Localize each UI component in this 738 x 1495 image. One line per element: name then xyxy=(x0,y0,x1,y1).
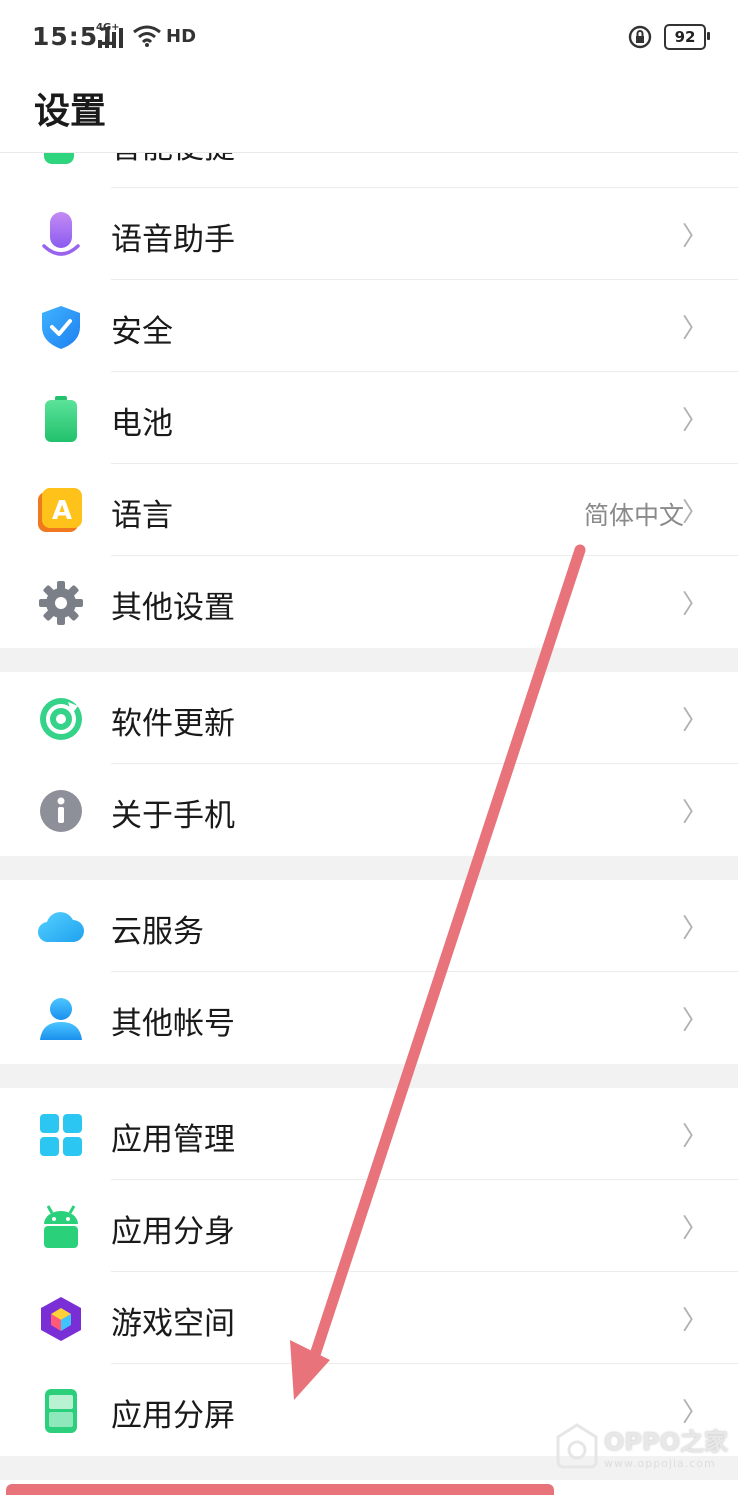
language-value: 简体中文 xyxy=(583,501,684,530)
update-icon xyxy=(40,698,82,740)
settings-item-label: 语言 xyxy=(111,498,173,534)
settings-item-game-space[interactable]: 游戏空间 〉 xyxy=(0,1272,738,1364)
battery-icon xyxy=(45,396,77,442)
settings-item-label: 安全 xyxy=(111,314,173,350)
game-cube-icon xyxy=(41,1297,81,1341)
microphone-icon xyxy=(42,212,80,256)
language-icon: A xyxy=(38,488,82,532)
chevron-right-icon: 〉 xyxy=(681,1122,708,1152)
settings-item-label: 软件更新 xyxy=(111,706,235,742)
app-grid-icon xyxy=(40,1114,82,1156)
settings-item-cloud-service[interactable]: 云服务 〉 xyxy=(0,880,738,972)
hd-voice-icon: HD xyxy=(166,26,197,47)
title-bar: 设置 xyxy=(0,76,738,153)
settings-item-label: 语音助手 xyxy=(111,222,235,258)
settings-item-other-settings[interactable]: 其他设置 〉 xyxy=(0,556,738,648)
user-icon xyxy=(40,998,82,1040)
shield-icon xyxy=(42,306,80,349)
settings-item-language[interactable]: A 语言 简体中文 〉 xyxy=(0,464,738,556)
watermark-text: OPPO之家 www.oppojia.com xyxy=(604,1422,728,1470)
chevron-right-icon: 〉 xyxy=(681,222,708,252)
watermark-sub: www.oppojia.com xyxy=(604,1457,716,1470)
chevron-right-icon: 〉 xyxy=(681,914,708,944)
network-type-label: 4G+ xyxy=(96,22,120,33)
battery-indicator: 92 xyxy=(664,24,710,50)
settings-list: 语音助手 〉 安全 〉 电池 〉 A 语言 简体中文 〉 其他设置 〉 软件更新… xyxy=(0,188,738,1480)
section-gap xyxy=(0,856,738,880)
chevron-right-icon: 〉 xyxy=(681,498,708,528)
settings-item-label: 游戏空间 xyxy=(111,1306,235,1342)
wifi-icon xyxy=(133,25,161,47)
settings-item-security[interactable]: 安全 〉 xyxy=(0,280,738,372)
chevron-right-icon: 〉 xyxy=(681,406,708,436)
settings-item-label: 应用分屏 xyxy=(111,1398,235,1434)
chevron-right-icon: 〉 xyxy=(681,1214,708,1244)
chevron-right-icon: 〉 xyxy=(681,1306,708,1336)
watermark: OPPO之家 www.oppojia.com xyxy=(556,1422,728,1470)
rotation-lock-icon xyxy=(628,25,652,49)
status-right-group: 92 xyxy=(628,24,710,50)
settings-item-label: 其他帐号 xyxy=(111,1006,235,1042)
settings-item-software-update[interactable]: 软件更新 〉 xyxy=(0,672,738,764)
cellular-signal-icon: 4G+ xyxy=(96,22,123,48)
settings-item-app-clone[interactable]: 应用分身 〉 xyxy=(0,1180,738,1272)
chevron-right-icon: 〉 xyxy=(681,798,708,828)
settings-item-label: 其他设置 xyxy=(111,590,235,626)
android-icon xyxy=(44,1205,78,1248)
watermark-main: OPPO之家 xyxy=(604,1428,728,1456)
battery-level: 92 xyxy=(674,28,696,46)
settings-item-battery[interactable]: 电池 〉 xyxy=(0,372,738,464)
settings-item-label: 云服务 xyxy=(111,914,204,950)
page-title: 设置 xyxy=(34,91,107,132)
chevron-right-icon: 〉 xyxy=(681,1006,708,1036)
section-gap xyxy=(0,648,738,672)
chevron-right-icon: 〉 xyxy=(681,314,708,344)
svg-text:A: A xyxy=(52,496,72,526)
settings-item-other-accounts[interactable]: 其他帐号 〉 xyxy=(0,972,738,1064)
gear-icon xyxy=(39,581,83,625)
settings-item-label: 电池 xyxy=(111,406,173,442)
status-bar: 15:51 4G+ HD 92 xyxy=(0,0,738,76)
settings-item-voice-assistant[interactable]: 语音助手 〉 xyxy=(0,188,738,280)
settings-item-label: 应用分身 xyxy=(111,1214,235,1250)
section-gap xyxy=(0,1064,738,1088)
chevron-right-icon: 〉 xyxy=(681,590,708,620)
settings-item-label: 关于手机 xyxy=(111,798,235,834)
chevron-right-icon: 〉 xyxy=(681,706,708,736)
settings-item-about-phone[interactable]: 关于手机 〉 xyxy=(0,764,738,856)
settings-item-app-management[interactable]: 应用管理 〉 xyxy=(0,1088,738,1180)
annotation-highlight-bar xyxy=(6,1484,554,1495)
split-screen-icon xyxy=(45,1389,77,1433)
info-icon xyxy=(40,790,82,832)
watermark-logo-icon xyxy=(556,1423,598,1469)
cloud-icon xyxy=(37,912,84,943)
settings-item-label: 应用管理 xyxy=(111,1122,235,1158)
